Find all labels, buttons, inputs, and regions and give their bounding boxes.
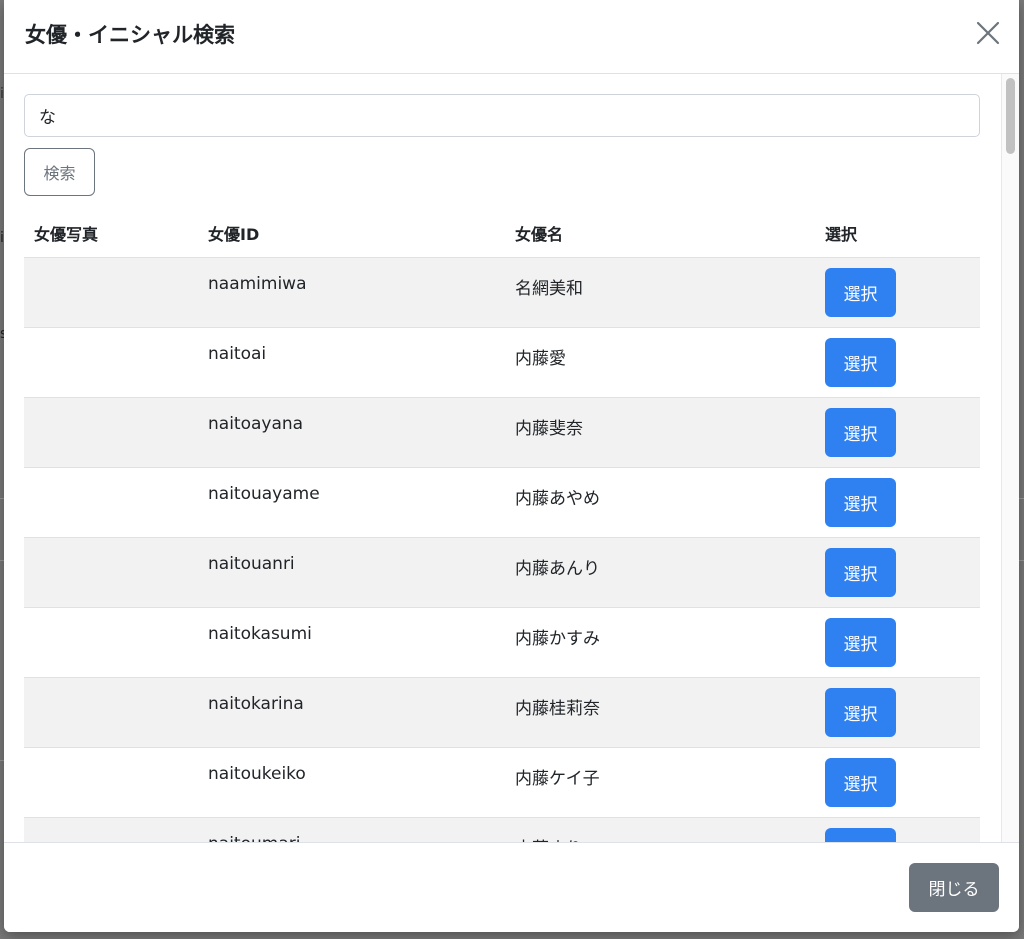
actress-id: naitouanri bbox=[208, 554, 295, 574]
select-button[interactable]: 選択 bbox=[825, 618, 896, 667]
actress-id: naitoukeiko bbox=[208, 764, 306, 784]
actress-id: naitoumari bbox=[208, 834, 300, 842]
actress-search-modal: 女優・イニシャル検索 検索 女優写真 女優ID 女優名 選択 naamimiwa… bbox=[4, 0, 1019, 932]
scrollbar[interactable] bbox=[1001, 74, 1019, 842]
actress-name: 名網美和 bbox=[515, 279, 583, 299]
table-row: naitoayana 内藤斐奈 選択 bbox=[24, 398, 980, 468]
actress-id: naitouayame bbox=[208, 484, 320, 504]
select-button[interactable]: 選択 bbox=[825, 688, 896, 737]
header-select: 選択 bbox=[825, 225, 858, 244]
actress-name: 内藤あやめ bbox=[515, 489, 600, 509]
close-icon[interactable] bbox=[973, 18, 1003, 48]
close-button[interactable]: 閉じる bbox=[909, 863, 999, 912]
table-row: naitouayame 内藤あやめ 選択 bbox=[24, 468, 980, 538]
select-button[interactable]: 選択 bbox=[825, 408, 896, 457]
select-button[interactable]: 選択 bbox=[825, 478, 896, 527]
select-button[interactable]: 選択 bbox=[825, 758, 896, 807]
select-button[interactable]: 選択 bbox=[825, 548, 896, 597]
header-photo: 女優写真 bbox=[34, 225, 99, 244]
table-row: naitokarina 内藤桂莉奈 選択 bbox=[24, 678, 980, 748]
select-button[interactable]: 選択 bbox=[825, 268, 896, 317]
actress-id: naamimiwa bbox=[208, 274, 307, 294]
actress-id: naitokasumi bbox=[208, 624, 312, 644]
table-row: naitoumari 内藤まり 選択 bbox=[24, 818, 980, 842]
actress-name: 内藤愛 bbox=[515, 349, 566, 369]
select-button[interactable]: 選択 bbox=[825, 338, 896, 387]
header-name: 女優名 bbox=[515, 225, 564, 244]
actress-id: naitoayana bbox=[208, 414, 304, 434]
modal-title: 女優・イニシャル検索 bbox=[25, 23, 235, 47]
table-row: naitokasumi 内藤かすみ 選択 bbox=[24, 608, 980, 678]
actress-id: naitokarina bbox=[208, 694, 304, 714]
actress-name: 内藤斐奈 bbox=[515, 419, 583, 439]
table-row: naamimiwa 名網美和 選択 bbox=[24, 258, 980, 328]
table-row: naitoukeiko 内藤ケイ子 選択 bbox=[24, 748, 980, 818]
actress-name: 内藤ケイ子 bbox=[515, 769, 600, 789]
actress-name: 内藤あんり bbox=[515, 559, 600, 579]
header-id: 女優ID bbox=[208, 225, 260, 244]
actress-name: 内藤まり bbox=[515, 834, 583, 842]
scrollbar-thumb[interactable] bbox=[1006, 78, 1015, 154]
search-input[interactable] bbox=[24, 94, 980, 137]
table-header: 女優写真 女優ID 女優名 選択 bbox=[24, 214, 980, 258]
modal-header: 女優・イニシャル検索 bbox=[4, 0, 1019, 74]
modal-footer: 閉じる bbox=[4, 842, 1019, 932]
table-row: naitouanri 内藤あんり 選択 bbox=[24, 538, 980, 608]
actress-table: 女優写真 女優ID 女優名 選択 naamimiwa 名網美和 選択 naito… bbox=[24, 214, 980, 842]
actress-name: 内藤桂莉奈 bbox=[515, 699, 600, 719]
actress-id: naitoai bbox=[208, 344, 267, 364]
table-row: naitoai 内藤愛 選択 bbox=[24, 328, 980, 398]
actress-name: 内藤かすみ bbox=[515, 629, 600, 649]
modal-body: 検索 女優写真 女優ID 女優名 選択 naamimiwa 名網美和 選択 na… bbox=[4, 74, 1019, 842]
select-button[interactable]: 選択 bbox=[825, 828, 896, 842]
search-button[interactable]: 検索 bbox=[24, 148, 95, 196]
